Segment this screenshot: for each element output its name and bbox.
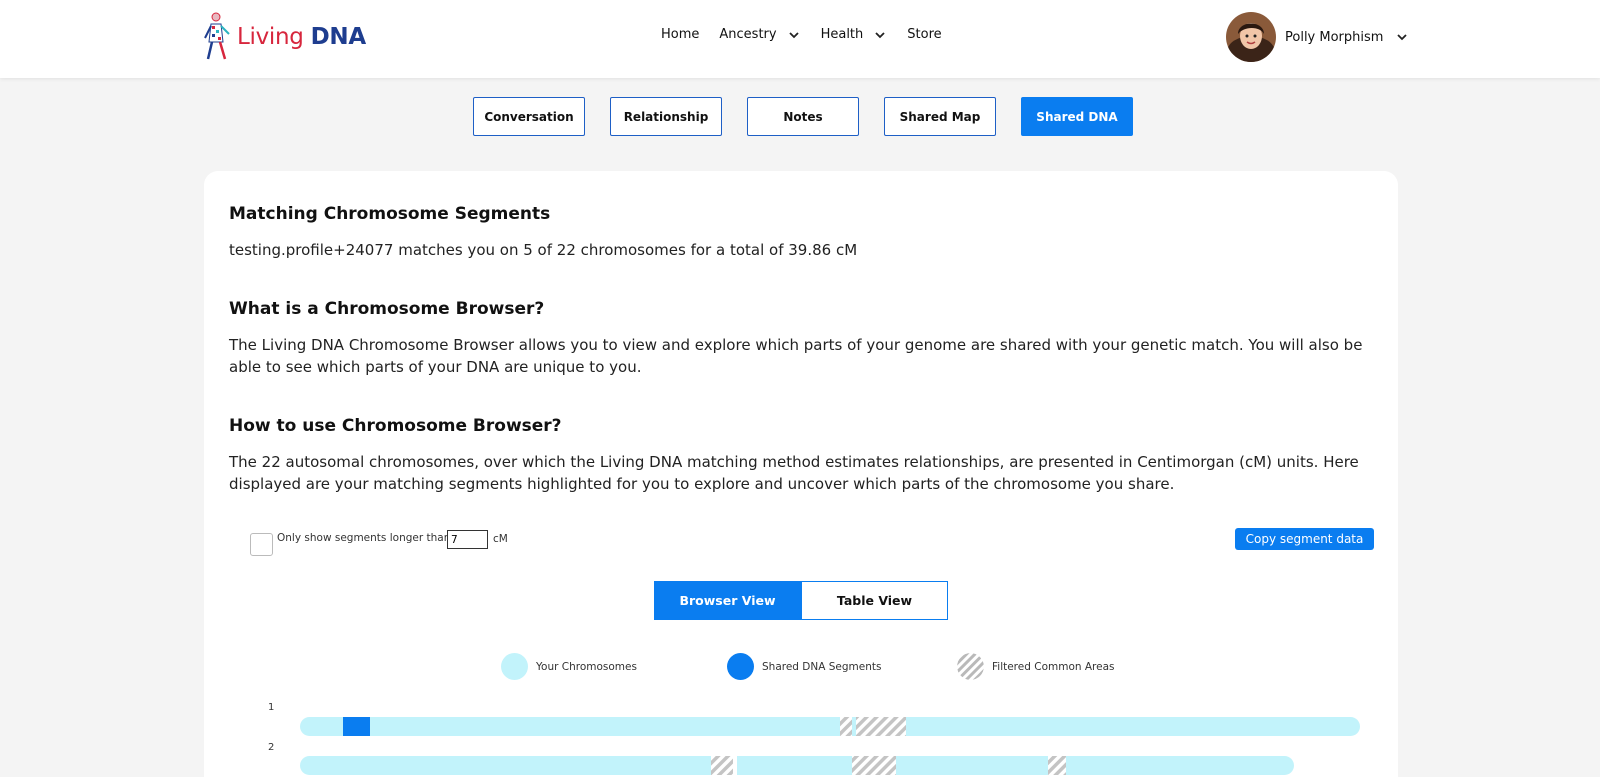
chromosome-label: 2 [268, 742, 275, 753]
nav-ancestry[interactable]: Ancestry [719, 27, 800, 42]
shared-segment[interactable] [343, 717, 370, 736]
match-tabs: Conversation Relationship Notes Shared M… [473, 97, 1158, 136]
chromosome-body [300, 717, 1360, 736]
user-name: Polly Morphism [1285, 29, 1384, 45]
nav-home[interactable]: Home [661, 27, 699, 42]
avatar [1226, 12, 1276, 62]
tab-shared-map[interactable]: Shared Map [884, 97, 996, 136]
nav-health[interactable]: Health [821, 27, 888, 42]
legend-your-chromosomes: Your Chromosomes [501, 653, 637, 680]
chromosome-gap [733, 756, 737, 775]
filtered-area [856, 717, 906, 736]
top-header: Living DNA Home Ancestry Health Store Po… [0, 0, 1600, 78]
legend-shared-segments-label: Shared DNA Segments [762, 660, 882, 673]
chromosome-track-1[interactable] [300, 717, 1360, 736]
chromosome-body [300, 756, 1294, 775]
tab-relationship[interactable]: Relationship [610, 97, 722, 136]
nav-health-label: Health [820, 27, 864, 42]
copy-segment-data-button[interactable]: Copy segment data [1235, 528, 1374, 550]
legend-filtered-areas: Filtered Common Areas [957, 653, 1115, 680]
avatar-image [1226, 12, 1276, 62]
how-text: The 22 autosomal chromosomes, over which… [229, 453, 1359, 493]
tab-conversation[interactable]: Conversation [473, 97, 585, 136]
dna-figure-icon [204, 12, 230, 60]
legend-swatch-shared [727, 653, 754, 680]
nav-store[interactable]: Store [907, 27, 941, 42]
logo-word-dna: DNA [310, 24, 367, 50]
browser-view-button[interactable]: Browser View [654, 581, 801, 620]
segment-length-unit: cM [493, 533, 508, 545]
legend-swatch-filtered [957, 653, 984, 680]
matching-title: Matching Chromosome Segments [229, 204, 551, 224]
segment-length-input[interactable] [447, 530, 488, 549]
segment-filter-checkbox[interactable] [250, 533, 273, 556]
logo-wordmark: Living DNA [237, 24, 366, 50]
filtered-area [840, 717, 852, 736]
user-menu[interactable]: Polly Morphism [1226, 12, 1409, 62]
table-view-button[interactable]: Table View [801, 581, 948, 620]
legend-your-chromosomes-label: Your Chromosomes [536, 660, 637, 673]
nav-home-label: Home [661, 27, 700, 42]
how-title: How to use Chromosome Browser? [229, 416, 562, 436]
tab-shared-dna[interactable]: Shared DNA [1021, 97, 1133, 136]
nav-store-label: Store [907, 27, 942, 42]
legend-shared-segments: Shared DNA Segments [727, 653, 881, 680]
logo-word-living: Living [237, 24, 304, 50]
shared-dna-card: Matching Chromosome Segments testing.pro… [204, 171, 1398, 777]
main-nav: Home Ancestry Health Store [661, 27, 962, 42]
legend-filtered-areas-label: Filtered Common Areas [992, 660, 1115, 673]
tab-notes[interactable]: Notes [747, 97, 859, 136]
chevron-down-icon [1397, 34, 1408, 41]
what-title: What is a Chromosome Browser? [229, 299, 545, 319]
chevron-down-icon [875, 31, 885, 38]
segment-filter-label: Only show segments longer than [277, 532, 451, 544]
filtered-area [1048, 756, 1066, 775]
matching-summary: testing.profile+24077 matches you on 5 o… [229, 241, 858, 259]
chromosome-label: 1 [268, 702, 275, 713]
chevron-down-icon [788, 31, 799, 38]
filtered-area [711, 756, 735, 775]
nav-ancestry-label: Ancestry [719, 27, 777, 42]
filtered-area [852, 756, 896, 775]
living-dna-logo[interactable]: Living DNA [203, 12, 366, 62]
chromosome-track-2[interactable] [300, 756, 1360, 775]
view-toggle: Browser View Table View [654, 581, 948, 620]
what-text: The Living DNA Chromosome Browser allows… [229, 336, 1363, 376]
legend-swatch-chromosome [501, 653, 528, 680]
